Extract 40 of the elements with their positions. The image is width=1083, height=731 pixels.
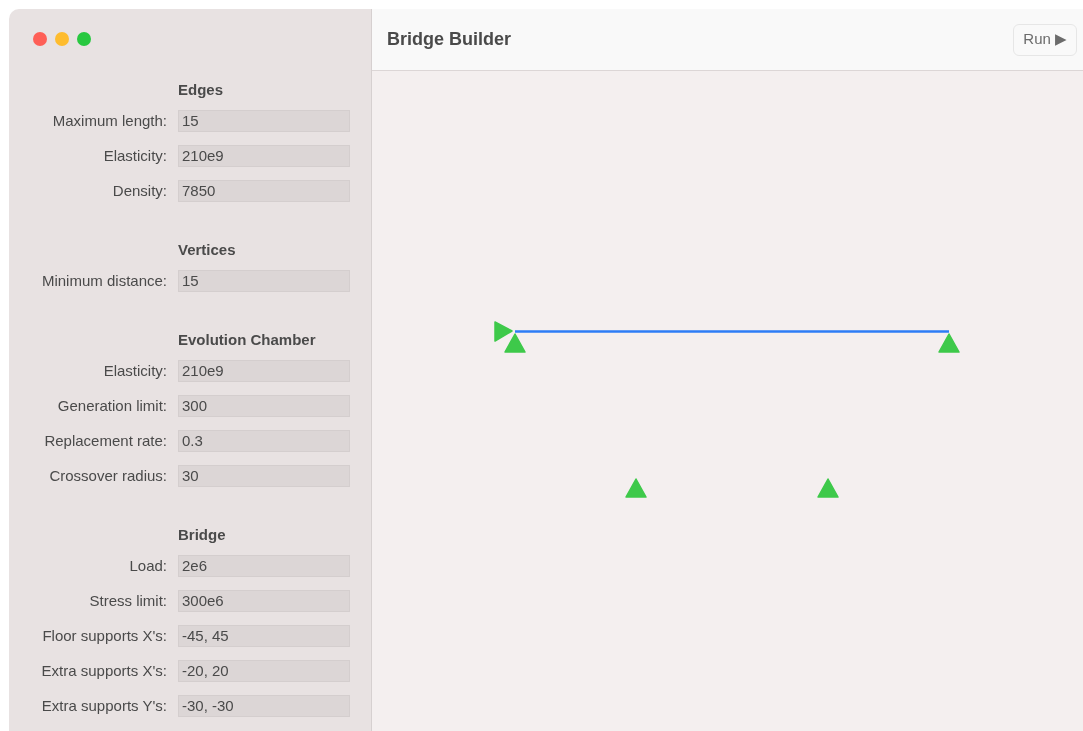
input-field[interactable]: 210e9	[178, 360, 350, 382]
field-label: Stress limit:	[88, 590, 167, 611]
input-field[interactable]: 7850	[178, 180, 350, 202]
input-field[interactable]: -45, 45	[178, 625, 350, 647]
close-button[interactable]	[33, 32, 47, 46]
input-field[interactable]: 15	[178, 270, 350, 292]
field-label: Density:	[111, 180, 167, 201]
support-triangle	[504, 333, 526, 353]
section-heading: Bridge	[178, 524, 226, 545]
section-heading: Vertices	[178, 239, 236, 260]
field-label: Maximum length:	[51, 110, 167, 131]
field-label: Elasticity:	[102, 360, 167, 381]
input-field[interactable]: -20, 20	[178, 660, 350, 682]
field-label: Minimum distance:	[40, 270, 167, 291]
field-label: Extra supports X's:	[40, 660, 167, 681]
input-field[interactable]: -30, -30	[178, 695, 350, 717]
field-label: Crossover radius:	[48, 465, 167, 486]
field-label: Elasticity:	[102, 145, 167, 166]
minimize-button[interactable]	[55, 32, 69, 46]
section-heading: Evolution Chamber	[178, 329, 316, 350]
support-triangle	[938, 333, 960, 353]
input-field[interactable]: 15	[178, 110, 350, 132]
run-button[interactable]: Run ▶	[1013, 23, 1077, 56]
field-label: Load:	[128, 555, 167, 576]
input-field[interactable]: 30	[178, 465, 350, 487]
input-field[interactable]: 0.3	[178, 430, 350, 452]
input-field[interactable]: 300e6	[178, 590, 350, 612]
field-label: Generation limit:	[56, 395, 167, 416]
section-heading: Edges	[178, 79, 223, 100]
support-triangle	[625, 478, 647, 498]
zoom-button[interactable]	[77, 32, 91, 46]
direction-marker	[494, 321, 513, 342]
support-triangle	[817, 478, 839, 498]
input-field[interactable]: 210e9	[178, 145, 350, 167]
input-field[interactable]: 300	[178, 395, 350, 417]
field-label: Extra supports Y's:	[40, 695, 167, 716]
window-title: Bridge Builder	[387, 28, 511, 51]
input-field[interactable]: 2e6	[178, 555, 350, 577]
field-label: Replacement rate:	[43, 430, 167, 451]
field-label: Floor supports X's:	[41, 625, 167, 646]
